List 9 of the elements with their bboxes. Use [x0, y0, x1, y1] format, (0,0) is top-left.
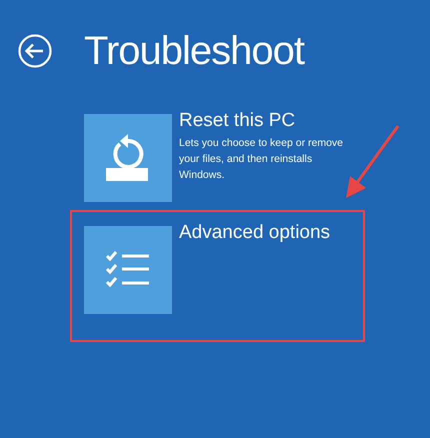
page-title: Troubleshoot [84, 28, 304, 74]
option-label[interactable]: Advanced options [179, 222, 330, 244]
reset-icon [106, 134, 150, 182]
option-tile[interactable] [84, 226, 172, 314]
option-tile[interactable] [84, 114, 172, 202]
option-label[interactable]: Reset this PC [179, 110, 357, 132]
option-description: Lets you choose to keep or remove your files, and then reinstalls Windows. [179, 136, 344, 183]
back-icon[interactable] [18, 34, 52, 68]
checklist-icon [105, 250, 151, 290]
